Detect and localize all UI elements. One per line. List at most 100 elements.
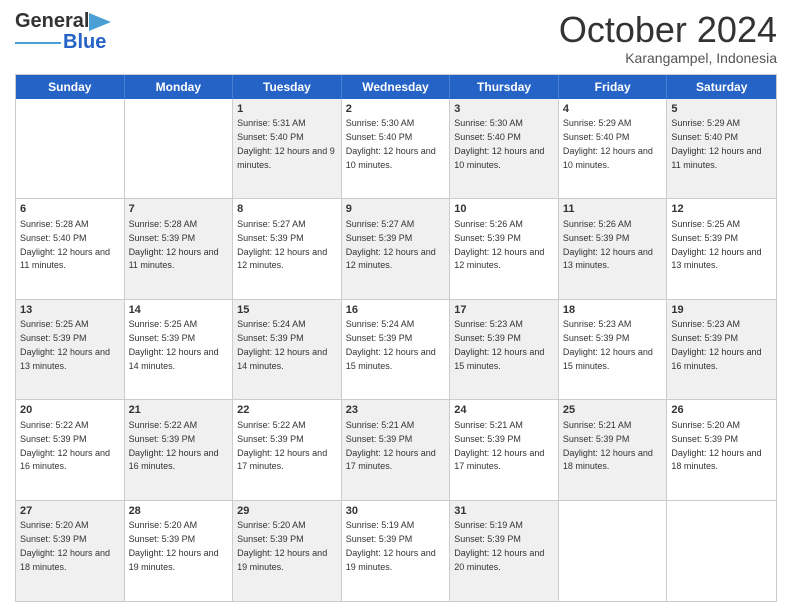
table-row: [667, 501, 776, 601]
sunrise-text: Sunrise: 5:22 AM: [129, 420, 198, 430]
sunrise-text: Sunrise: 5:24 AM: [346, 319, 415, 329]
day-number: 19: [671, 303, 772, 318]
table-row: 27Sunrise: 5:20 AMSunset: 5:39 PMDayligh…: [16, 501, 125, 601]
month-title: October 2024: [559, 10, 777, 50]
table-row: 28Sunrise: 5:20 AMSunset: 5:39 PMDayligh…: [125, 501, 234, 601]
table-row: [16, 99, 125, 198]
sunset-text: Sunset: 5:39 PM: [129, 434, 196, 444]
daylight-text: Daylight: 12 hours and 9 minutes.: [237, 146, 335, 170]
day-number: 20: [20, 403, 120, 418]
logo-underline: [15, 42, 61, 44]
day-number: 13: [20, 303, 120, 318]
day-number: 27: [20, 504, 120, 519]
day-number: 14: [129, 303, 229, 318]
sunrise-text: Sunrise: 5:21 AM: [454, 420, 523, 430]
page: General Blue October 2024 Karangampel, I…: [0, 0, 792, 612]
table-row: 24Sunrise: 5:21 AMSunset: 5:39 PMDayligh…: [450, 400, 559, 499]
daylight-text: Daylight: 12 hours and 17 minutes.: [237, 448, 327, 472]
day-number: 15: [237, 303, 337, 318]
day-number: 11: [563, 202, 663, 217]
table-row: [559, 501, 668, 601]
sunrise-text: Sunrise: 5:22 AM: [20, 420, 89, 430]
day-number: 22: [237, 403, 337, 418]
header: General Blue October 2024 Karangampel, I…: [15, 10, 777, 66]
daylight-text: Daylight: 12 hours and 10 minutes.: [346, 146, 436, 170]
location: Karangampel, Indonesia: [559, 50, 777, 66]
sunset-text: Sunset: 5:39 PM: [454, 434, 521, 444]
sunrise-text: Sunrise: 5:20 AM: [129, 520, 198, 530]
day-number: 30: [346, 504, 446, 519]
calendar-week-5: 27 Sunrise: 5:20 AM Sunset: 5:39 PM Dayligh…: [16, 501, 776, 601]
sunset-text: Sunset: 5:39 PM: [129, 534, 196, 544]
day-number: 7: [129, 202, 229, 217]
sunrise-text: Sunrise: 5:24 AM: [237, 319, 306, 329]
sunrise-text: Sunrise: 5:23 AM: [671, 319, 740, 329]
day-number: 31: [454, 504, 554, 519]
sunrise-text: Sunrise: 5:21 AM: [346, 420, 415, 430]
sunrise-text: Sunrise: 5:23 AM: [454, 319, 523, 329]
day-number: 24: [454, 403, 554, 418]
table-row: 22Sunrise: 5:22 AMSunset: 5:39 PMDayligh…: [233, 400, 342, 499]
sunset-text: Sunset: 5:40 PM: [671, 132, 738, 142]
table-row: 3Sunrise: 5:30 AMSunset: 5:40 PMDaylight…: [450, 99, 559, 198]
sunrise-text: Sunrise: 5:23 AM: [563, 319, 632, 329]
sunrise-text: Sunrise: 5:28 AM: [129, 219, 198, 229]
sunrise-text: Sunrise: 5:27 AM: [346, 219, 415, 229]
sunrise-text: Sunrise: 5:25 AM: [671, 219, 740, 229]
daylight-text: Daylight: 12 hours and 18 minutes.: [671, 448, 761, 472]
daylight-text: Daylight: 12 hours and 13 minutes.: [671, 247, 761, 271]
logo-arrow-icon: [89, 13, 111, 31]
sunset-text: Sunset: 5:40 PM: [346, 132, 413, 142]
sunset-text: Sunset: 5:39 PM: [237, 434, 304, 444]
calendar-week-1: 1Sunrise: 5:31 AMSunset: 5:40 PMDaylight…: [16, 99, 776, 199]
table-row: 2Sunrise: 5:30 AM Sunset: 5:40 PM Daylight…: [342, 99, 451, 198]
day-number: 18: [563, 303, 663, 318]
day-number: 8: [237, 202, 337, 217]
day-number: 17: [454, 303, 554, 318]
sunset-text: Sunset: 5:39 PM: [563, 333, 630, 343]
sunset-text: Sunset: 5:39 PM: [237, 534, 304, 544]
day-number: 29: [237, 504, 337, 519]
sunrise-text: Sunrise: 5:20 AM: [237, 520, 306, 530]
header-saturday: Saturday: [667, 75, 776, 99]
sunset-text: Sunset: 5:39 PM: [671, 233, 738, 243]
sunset-text: Sunset: 5:39 PM: [671, 333, 738, 343]
logo: General Blue: [15, 10, 111, 54]
sunset-text: Sunset: 5:40 PM: [454, 132, 521, 142]
day-number: 2: [346, 102, 446, 117]
daylight-text: Daylight: 12 hours and 15 minutes.: [563, 347, 653, 371]
table-row: 21Sunrise: 5:22 AMSunset: 5:39 PMDayligh…: [125, 400, 234, 499]
logo-blue: Blue: [63, 31, 106, 54]
title-section: October 2024 Karangampel, Indonesia: [559, 10, 777, 66]
day-number: 21: [129, 403, 229, 418]
day-number: 9: [346, 202, 446, 217]
sunrise-text: Sunrise: 5:29 AM: [671, 118, 740, 128]
sunrise-text: Sunrise: 5:26 AM: [563, 219, 632, 229]
calendar-body: 1Sunrise: 5:31 AMSunset: 5:40 PMDaylight…: [16, 99, 776, 601]
daylight-text: Daylight: 12 hours and 18 minutes.: [563, 448, 653, 472]
day-number: 16: [346, 303, 446, 318]
logo-general: General: [15, 10, 89, 33]
sunset-text: Sunset: 5:40 PM: [563, 132, 630, 142]
sunrise-text: Sunrise: 5:26 AM: [454, 219, 523, 229]
table-row: 18Sunrise: 5:23 AM Sunset: 5:39 PM Dayligh…: [559, 300, 668, 399]
sunset-text: Sunset: 5:39 PM: [129, 233, 196, 243]
sunset-text: Sunset: 5:39 PM: [454, 233, 521, 243]
daylight-text: Daylight: 12 hours and 14 minutes.: [237, 347, 327, 371]
sunrise-text: Sunrise: 5:21 AM: [563, 420, 632, 430]
daylight-text: Daylight: 12 hours and 20 minutes.: [454, 548, 544, 572]
table-row: 7 Sunrise: 5:28 AM Sunset: 5:39 PM Daylight…: [125, 199, 234, 298]
table-row: 30Sunrise: 5:19 AMSunset: 5:39 PMDayligh…: [342, 501, 451, 601]
sunrise-text: Sunrise: 5:30 AM: [454, 118, 523, 128]
table-row: 10Sunrise: 5:26 AMSunset: 5:39 PMDayligh…: [450, 199, 559, 298]
sunrise-text: Sunrise: 5:19 AM: [454, 520, 523, 530]
sunset-text: Sunset: 5:39 PM: [346, 534, 413, 544]
table-row: 13Sunrise: 5:25 AMSunset: 5:39 PMDayligh…: [16, 300, 125, 399]
sunset-text: Sunset: 5:39 PM: [20, 534, 87, 544]
daylight-text: Daylight: 12 hours and 19 minutes.: [129, 548, 219, 572]
daylight-text: Daylight: 12 hours and 11 minutes.: [129, 247, 219, 271]
daylight-text: Daylight: 12 hours and 17 minutes.: [346, 448, 436, 472]
day-number: 25: [563, 403, 663, 418]
sunrise-text: Sunrise: 5:30 AM: [346, 118, 415, 128]
table-row: 17Sunrise: 5:23 AMSunset: 5:39 PMDayligh…: [450, 300, 559, 399]
